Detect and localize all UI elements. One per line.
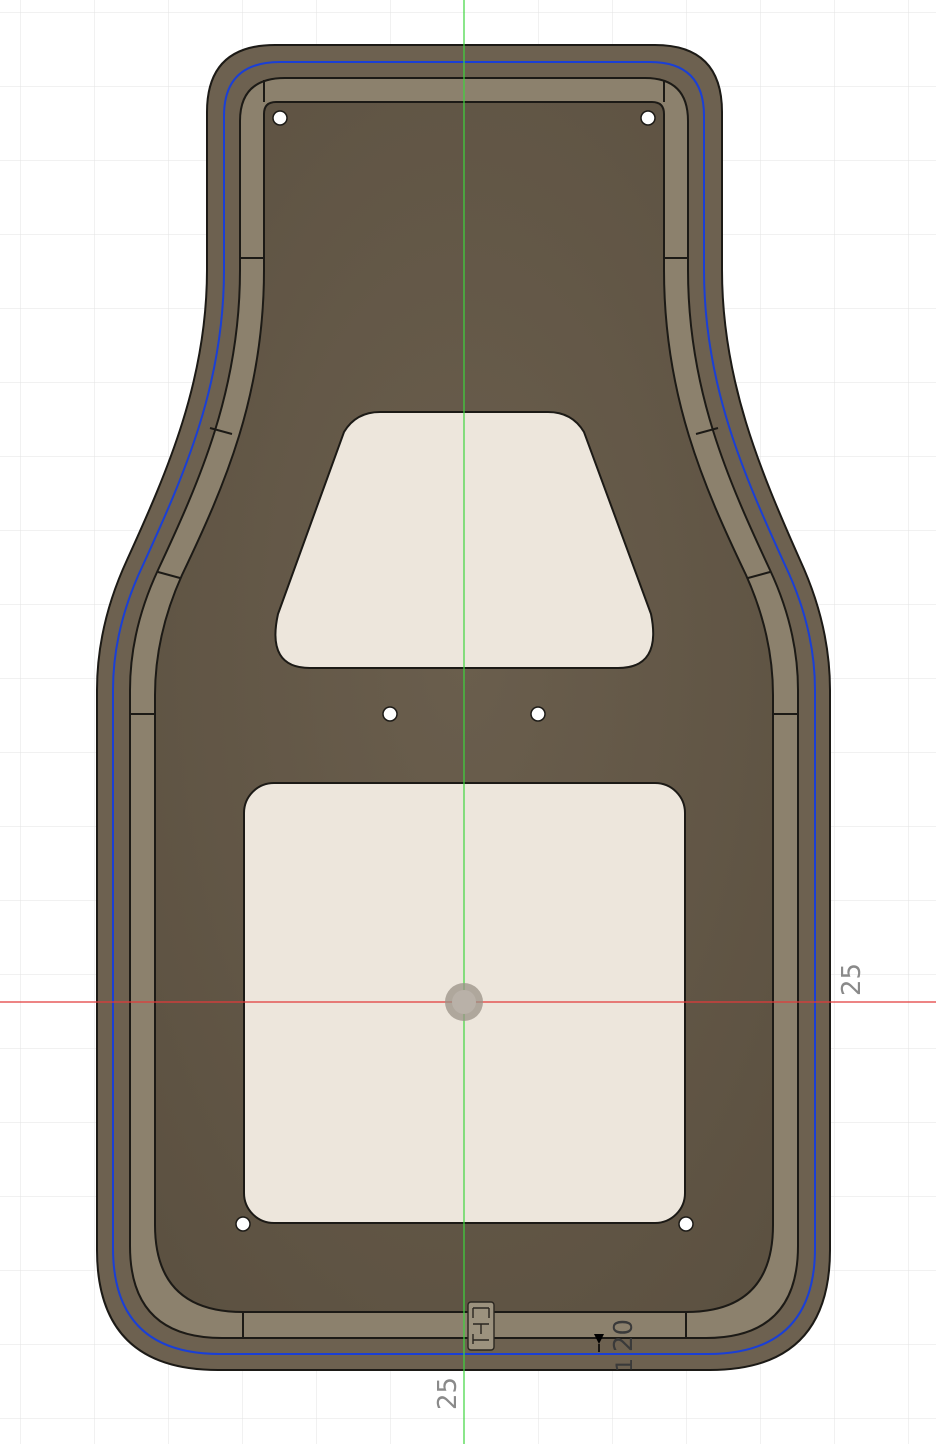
cad-viewport[interactable]: 25 25 20 1	[0, 0, 936, 1444]
sketch-canvas[interactable]: 25 25 20 1	[0, 0, 936, 1444]
embossed-text-mark	[467, 1301, 495, 1351]
dimension-label-bottom-right-b[interactable]: 1	[613, 1358, 638, 1372]
dimension-label-bottom[interactable]: 25	[433, 1377, 463, 1410]
mounting-hole[interactable]	[272, 110, 288, 126]
origin-inner	[452, 990, 476, 1014]
origin-icon[interactable]	[445, 983, 483, 1021]
mounting-hole[interactable]	[678, 1216, 694, 1232]
mounting-hole[interactable]	[382, 706, 398, 722]
mounting-hole[interactable]	[235, 1216, 251, 1232]
dimension-label-right[interactable]: 25	[837, 963, 867, 996]
mounting-hole[interactable]	[640, 110, 656, 126]
dimension-label-bottom-right-a[interactable]: 20	[609, 1319, 639, 1352]
mounting-hole[interactable]	[530, 706, 546, 722]
